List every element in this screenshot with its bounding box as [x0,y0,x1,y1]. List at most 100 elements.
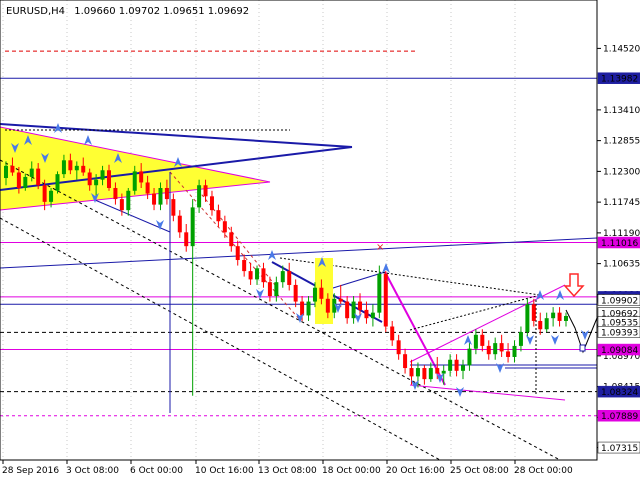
highlight-box [315,258,333,324]
candle-body [525,304,530,333]
time-tick-label: 10 Oct 16:00 [195,466,254,476]
candle-body [94,179,99,186]
price-tick-label: 1.12855 [603,137,640,147]
candle-body [222,221,227,233]
price-tag-label: 1.07889 [601,412,638,422]
time-tick-label: 28 Sep 2016 [2,466,59,476]
candle-body [274,282,279,297]
candle-body [36,168,41,186]
candle-body [454,359,459,371]
price-tick-label: 1.14520 [603,44,640,54]
candle-body [42,185,47,202]
symbol-timeframe: EURUSD,H4 [6,6,65,17]
candle-body [216,210,221,222]
price-tag: 1.08324 [597,385,640,398]
candle-body [55,174,60,191]
candle-body [544,318,549,330]
price-tick-label: 1.12300 [603,167,640,177]
candle-body [409,368,414,377]
time-tick-label: 6 Oct 00:00 [130,466,183,476]
candle-body [267,282,272,297]
candle-body [235,246,240,261]
price-tag: 1.07889 [597,409,640,422]
ohlc-prices: 1.09660 1.09702 1.09651 1.09692 [74,6,249,17]
candle-body [81,165,86,173]
candle-body [16,172,21,188]
candle-body [306,301,311,316]
price-tick-label: 1.13410 [603,106,640,116]
candle-body [197,185,202,208]
candle-body [564,315,568,321]
price-tag-label: 1.09902 [601,297,638,307]
candle-body [126,190,131,211]
time-tick-label: 18 Oct 00:00 [322,466,381,476]
candle-body [184,232,189,247]
time-tick-label: 3 Oct 08:00 [66,466,119,476]
candle-body [506,351,511,357]
candle-body [480,334,485,346]
candle-body [538,320,543,330]
time-tick-label: 13 Oct 08:00 [258,466,317,476]
price-tag-label: 1.07315 [601,444,638,454]
candle-body [100,170,105,180]
candle-body [441,370,446,374]
candle-body [370,312,375,319]
candle-body [106,170,111,188]
candle-body [293,284,298,302]
candle-body [87,172,92,186]
price-tag: 1.11016 [597,236,640,249]
candle-body [248,271,253,280]
price-tag-label: 1.09393 [601,329,638,339]
candle-body [177,215,182,233]
candle-body [152,193,157,205]
price-tag: 1.13982 [597,72,640,85]
candle-body [358,301,363,310]
price-tag: 1.09902 [597,294,640,307]
candle-body [229,232,234,247]
candle-body [338,298,343,302]
price-tag: 1.09084 [597,343,640,356]
candle-body [486,345,491,355]
candle-body [531,304,536,321]
price-tick-label: 1.11745 [603,198,640,208]
candle-body [164,188,169,200]
time-tick-label: 20 Oct 16:00 [386,466,445,476]
candle-body [518,332,523,346]
candle-body [209,196,214,211]
chart-window: × 1.14520 1.13410 1.12855 1.12300 1.11745 1.1… [0,0,640,480]
symbol-title: EURUSD,H4 1.09660 1.09702 1.09651 1.0969… [6,6,249,17]
candle-body [287,271,292,285]
price-tag-label: 1.08324 [601,388,638,398]
candle-body [139,171,144,183]
candle-body [4,165,8,179]
candle-body [396,340,401,355]
price-tick-label: 1.10635 [603,260,640,270]
candle-body [300,301,305,316]
candle-body [158,188,163,205]
candle-body [461,365,466,371]
candle-body [319,287,324,299]
candle-body [435,368,440,374]
candle-body [448,359,453,371]
chart-background [0,0,640,480]
candle-body [364,309,369,319]
candle-body [428,368,433,380]
candle-body [493,343,498,355]
candle-body [171,199,176,216]
candle-body [551,312,556,319]
candle-body [557,312,562,321]
candle-body [203,185,208,197]
price-tag-label: 1.11016 [601,239,638,249]
candle-body [132,171,137,191]
candle-body [499,343,504,352]
candle-body [23,176,28,188]
candle-body [261,268,266,283]
candle-body [422,368,427,380]
candle-body [325,298,330,313]
price-chart[interactable]: × 1.14520 1.13410 1.12855 1.12300 1.11745 1.1… [0,0,640,480]
candle-body [68,160,73,171]
candle-body [74,165,79,171]
candle-body [190,207,195,247]
candle-body [467,348,472,366]
candle-body [280,271,285,283]
